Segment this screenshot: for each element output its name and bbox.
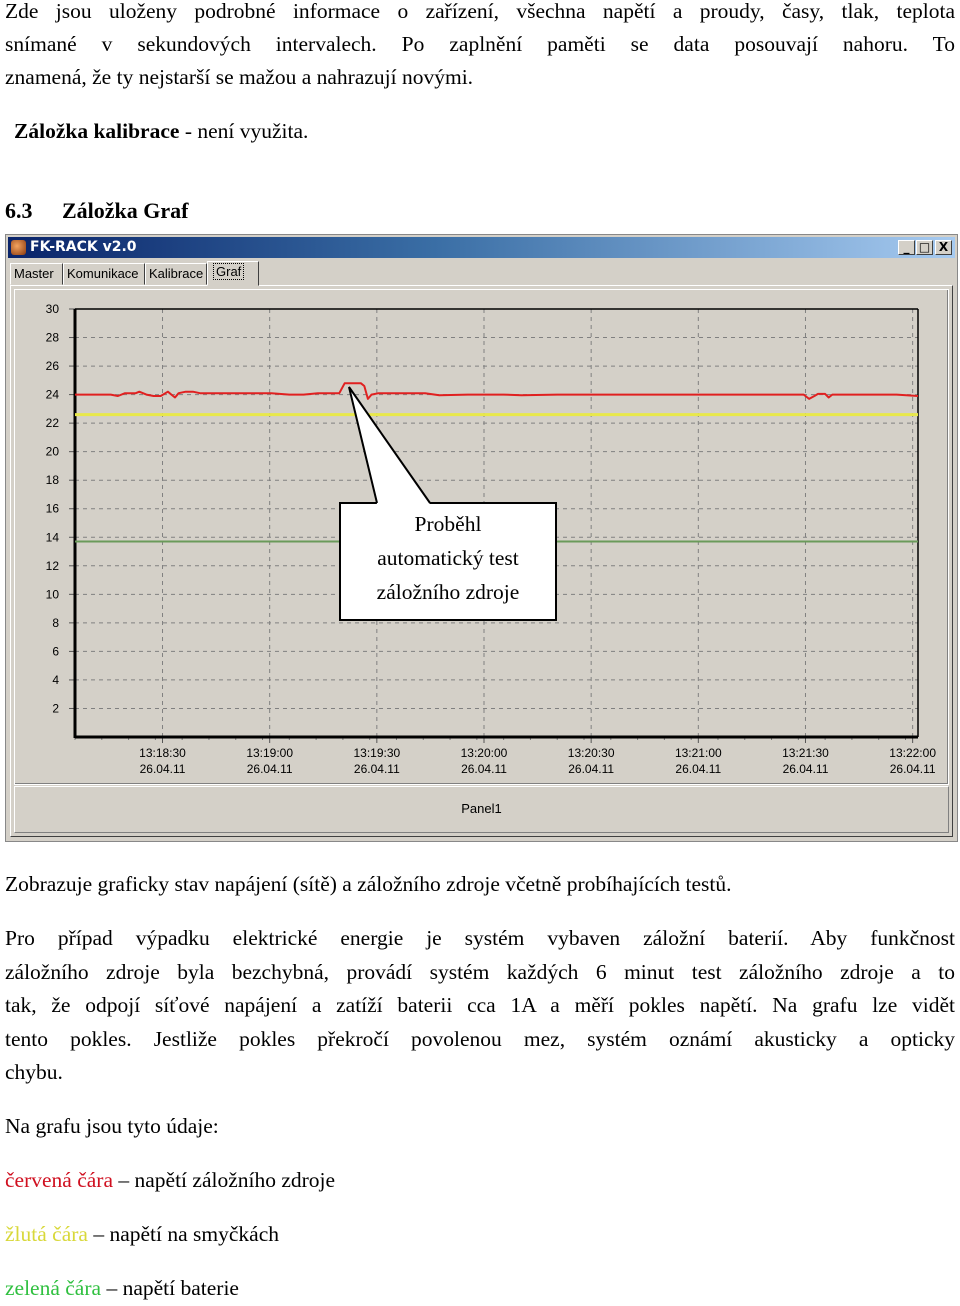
- tab-graf[interactable]: Graf: [207, 261, 259, 286]
- legend-green-word: zelená čára: [5, 1276, 102, 1300]
- tab-master[interactable]: Master: [10, 263, 63, 285]
- legend-yellow-text: – napětí na smyčkách: [87, 1222, 279, 1246]
- calibration-note-text: - není využita.: [179, 119, 309, 143]
- intro-line-1: Zde jsou uloženy podrobné informace o za…: [5, 0, 955, 23]
- maximize-button[interactable]: □: [916, 240, 933, 255]
- callout-line-2: automatický test: [377, 546, 519, 570]
- paragraph-line-2: záložního zdroje byla bezchybná, provádí…: [5, 960, 955, 984]
- panel1-label: Panel1: [461, 801, 502, 816]
- callout-line-3: záložního zdroje: [376, 580, 520, 604]
- legend-red-text: – napětí záložního zdroje: [113, 1168, 336, 1192]
- tab-komunikace-label: Komunikace: [67, 266, 139, 281]
- intro-line-3: znamená, že ty nejstarší se mažou a nahr…: [5, 65, 474, 89]
- section-heading: 6.3 Záložka Graf: [5, 198, 189, 224]
- legend-item-green: zelená čára – napětí baterie: [5, 1272, 955, 1305]
- paragraph-line-3: tak, že odpojí síťové napájení a zatíží …: [5, 993, 955, 1017]
- tab-master-label: Master: [14, 266, 54, 281]
- window-title: FK-RACK v2.0: [30, 239, 137, 255]
- tab-kalibrace-label: Kalibrace: [149, 266, 204, 281]
- title-bar[interactable]: FK-RACK v2.0 _ □ X: [8, 237, 955, 258]
- calibration-note: Záložka kalibrace - není využita.: [14, 115, 960, 148]
- section-number: 6.3: [5, 198, 33, 223]
- tab-graf-label: Graf: [212, 263, 245, 280]
- close-button[interactable]: X: [935, 240, 952, 255]
- calibration-note-bold: Záložka kalibrace: [14, 119, 180, 143]
- description: Zobrazuje graficky stav napájení (sítě) …: [5, 872, 732, 896]
- legend-intro: Na grafu jsou tyto údaje:: [5, 1114, 219, 1138]
- panel1: Panel1: [14, 786, 949, 833]
- paragraph-line-5: chybu.: [5, 1060, 63, 1084]
- legend-green-text: – napětí baterie: [101, 1276, 239, 1300]
- minimize-button[interactable]: _: [898, 240, 915, 255]
- tab-komunikace[interactable]: Komunikace: [63, 263, 145, 285]
- app-icon: [11, 240, 26, 255]
- callout-text: Proběhl automatický test záložního zdroj…: [340, 507, 556, 609]
- tab-kalibrace[interactable]: Kalibrace: [145, 263, 207, 285]
- legend-yellow-word: žlutá čára: [5, 1222, 88, 1246]
- paragraph-line-4: tento pokles. Jestliže pokles překročí p…: [5, 1027, 955, 1051]
- paragraph-line-1: Pro případ výpadku elektrické energie je…: [5, 926, 955, 950]
- callout-line-1: Proběhl: [414, 512, 482, 536]
- legend-item-red: červená čára – napětí záložního zdroje: [5, 1164, 955, 1197]
- legend-red-word: červená čára: [5, 1168, 113, 1192]
- section-title: Záložka Graf: [62, 198, 189, 223]
- intro-line-2: snímané v sekundových intervalech. Po za…: [5, 32, 955, 56]
- legend-item-yellow: žlutá čára – napětí na smyčkách: [5, 1218, 955, 1251]
